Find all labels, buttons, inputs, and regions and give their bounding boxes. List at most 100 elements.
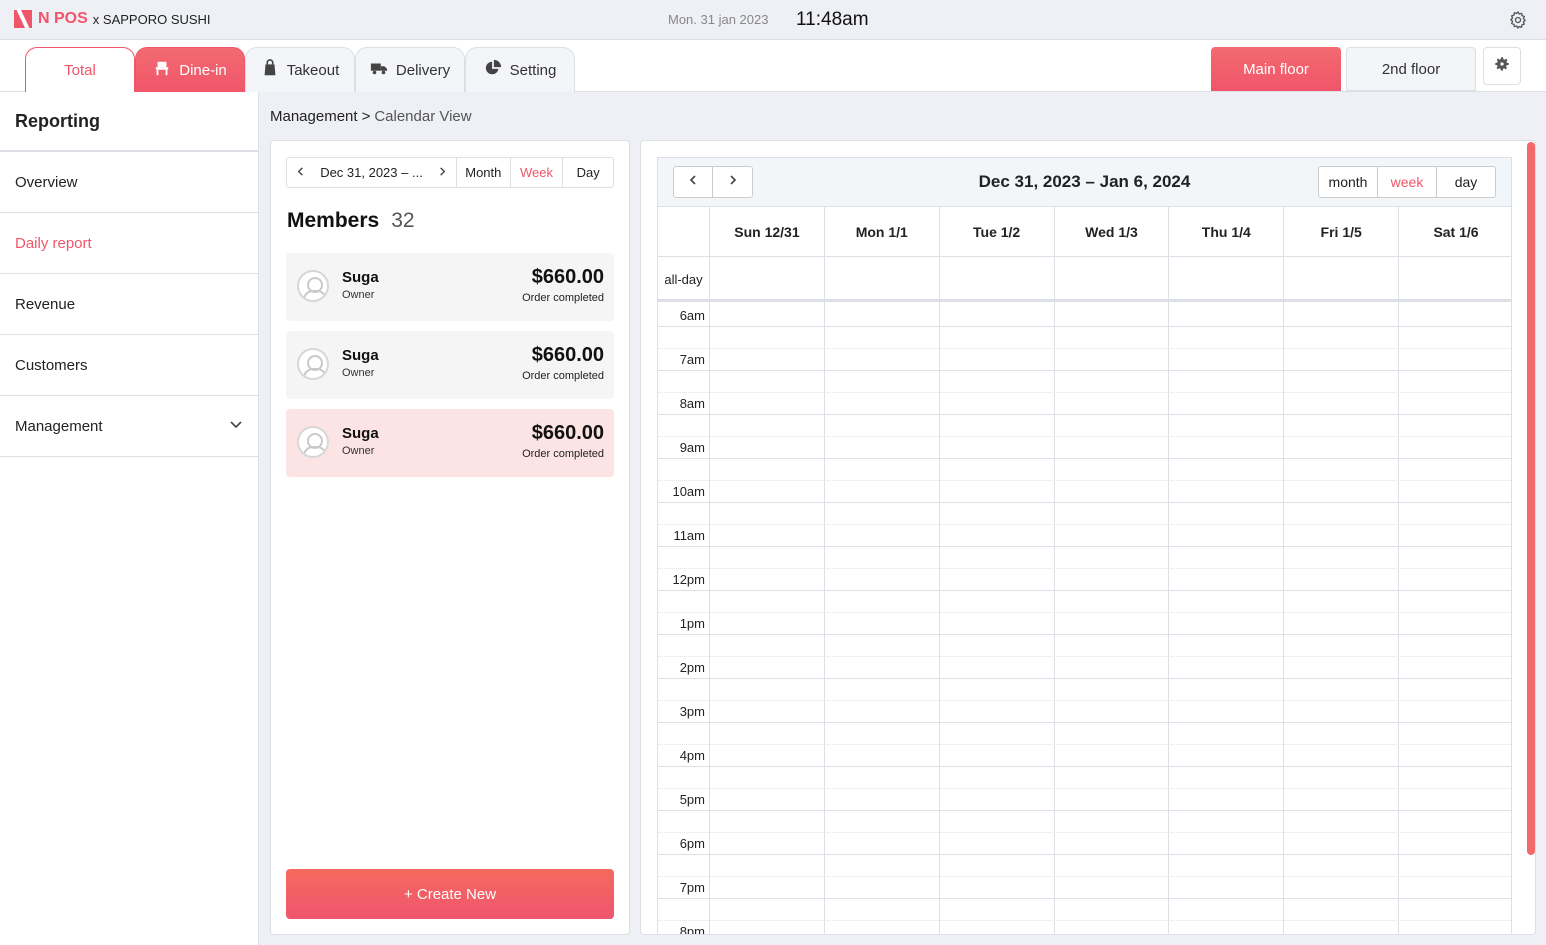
- next-week-button[interactable]: [713, 167, 752, 197]
- grid-line: [658, 876, 1511, 877]
- chevron-right-icon[interactable]: [437, 165, 448, 180]
- time-label: 6pm: [679, 836, 705, 851]
- grid-line: [658, 326, 1511, 327]
- time-label: 2pm: [679, 660, 705, 675]
- grid-line: [658, 348, 1511, 349]
- main-floor-button[interactable]: Main floor: [1211, 47, 1341, 91]
- grid-line: [658, 898, 1511, 899]
- time-label: 7pm: [679, 880, 705, 895]
- calendar-grid: all-day Sun 12/31 Mon 1/1 Tue 1/2 Wed 1/3 Th…: [657, 206, 1512, 934]
- members-panel: Dec 31, 2023 – ... Month Week Day Member…: [270, 140, 630, 935]
- tab-setting[interactable]: Setting: [465, 47, 575, 92]
- sidebar-title: Reporting: [0, 92, 258, 152]
- prev-week-button[interactable]: [674, 167, 713, 197]
- create-new-button[interactable]: + Create New: [286, 869, 614, 919]
- time-label: 12pm: [672, 572, 705, 587]
- grid-line: [658, 480, 1511, 481]
- view-day-button[interactable]: Day: [563, 158, 613, 187]
- calendar-view-day[interactable]: day: [1437, 167, 1495, 197]
- time-label: 7am: [679, 352, 705, 367]
- sidebar-item-label: Daily report: [15, 234, 92, 252]
- breadcrumb-parent[interactable]: Management: [270, 108, 358, 125]
- logo-icon: [14, 10, 32, 28]
- sidebar-item-overview[interactable]: Overview: [0, 152, 258, 213]
- day-header: Thu 1/4: [1168, 207, 1284, 257]
- avatar: [297, 348, 329, 380]
- scrollbar[interactable]: [1527, 142, 1535, 855]
- floor-settings-button[interactable]: [1483, 47, 1521, 85]
- grid-line: [658, 502, 1511, 503]
- grid-line: [658, 678, 1511, 679]
- grid-line: [823, 257, 825, 934]
- members-label: Members: [287, 209, 380, 232]
- member-status: Order completed: [522, 448, 604, 460]
- grid-line: [658, 392, 1511, 393]
- member-name: Suga: [342, 347, 379, 364]
- calendar-view-month[interactable]: month: [1319, 167, 1378, 197]
- tab-delivery[interactable]: Delivery: [355, 47, 465, 92]
- bag-icon: [261, 59, 279, 81]
- tab-takeout[interactable]: Takeout: [245, 47, 355, 92]
- breadcrumb: Management > Calendar View: [270, 108, 472, 125]
- grid-line: [658, 414, 1511, 415]
- member-card[interactable]: Suga Owner $660.00 Order completed: [286, 331, 614, 399]
- date-range-selector: Dec 31, 2023 – ... Month Week Day: [286, 157, 614, 188]
- time-label: 11am: [673, 528, 705, 543]
- day-header: Tue 1/2: [938, 207, 1054, 257]
- grid-line: [1168, 257, 1170, 934]
- chevron-right-icon: [727, 173, 739, 191]
- sidebar-item-revenue[interactable]: Revenue: [0, 274, 258, 335]
- date-range-label: Dec 31, 2023 – ...: [320, 165, 423, 180]
- sidebar-item-label: Customers: [15, 356, 88, 374]
- grid-line: [658, 568, 1511, 569]
- second-floor-button[interactable]: 2nd floor: [1346, 47, 1476, 91]
- member-amount: $660.00: [531, 344, 604, 366]
- tab-label: Delivery: [395, 61, 451, 79]
- sidebar-item-label: Overview: [15, 173, 78, 191]
- calendar-nav: [673, 166, 753, 198]
- sidebar-item-label: Management: [15, 417, 103, 435]
- view-week-button[interactable]: Week: [511, 158, 564, 187]
- view-month-button[interactable]: Month: [457, 158, 511, 187]
- member-name: Suga: [342, 425, 379, 442]
- grid-line: [938, 257, 940, 934]
- grid-line: [1398, 257, 1400, 934]
- tab-dine-in[interactable]: Dine-in: [135, 47, 245, 92]
- calendar-view-switch: month week day: [1318, 166, 1496, 198]
- member-card-selected[interactable]: Suga Owner $660.00 Order completed: [286, 409, 614, 477]
- time-label: 1pm: [679, 616, 705, 631]
- grid-line: [658, 524, 1511, 525]
- tab-total[interactable]: Total: [25, 47, 135, 92]
- sidebar-item-management[interactable]: Management: [0, 396, 258, 457]
- tab-label: Dine-in: [179, 61, 227, 79]
- grid-line: [658, 766, 1511, 767]
- chevron-left-icon[interactable]: [295, 165, 306, 180]
- time-label: 8am: [679, 396, 705, 411]
- member-status: Order completed: [522, 370, 604, 382]
- sidebar-item-customers[interactable]: Customers: [0, 335, 258, 396]
- day-header: Wed 1/3: [1053, 207, 1169, 257]
- member-card[interactable]: Suga Owner $660.00 Order completed: [286, 253, 614, 321]
- gear-icon: [1493, 55, 1511, 78]
- tab-label: Total: [64, 61, 96, 79]
- member-role: Owner: [342, 367, 375, 379]
- sidebar-item-label: Revenue: [15, 295, 76, 313]
- day-header: Sun 12/31: [709, 207, 824, 257]
- grid-line: [658, 458, 1511, 459]
- member-role: Owner: [342, 289, 375, 301]
- calendar-view-week[interactable]: week: [1378, 167, 1437, 197]
- member-status: Order completed: [522, 292, 604, 304]
- day-header: Mon 1/1: [823, 207, 939, 257]
- gear-icon[interactable]: [1508, 10, 1528, 30]
- grid-line: [658, 722, 1511, 723]
- member-name: Suga: [342, 269, 379, 286]
- chevron-left-icon: [687, 173, 699, 191]
- time-label: 6am: [679, 308, 705, 323]
- avatar: [297, 270, 329, 302]
- sidebar-item-daily-report[interactable]: Daily report: [0, 213, 258, 274]
- tab-label: Setting: [509, 61, 557, 79]
- chair-icon: [153, 59, 171, 81]
- sidebar: Reporting Overview Daily report Revenue …: [0, 92, 259, 945]
- day-header: Fri 1/5: [1283, 207, 1399, 257]
- grid-line: [658, 256, 709, 257]
